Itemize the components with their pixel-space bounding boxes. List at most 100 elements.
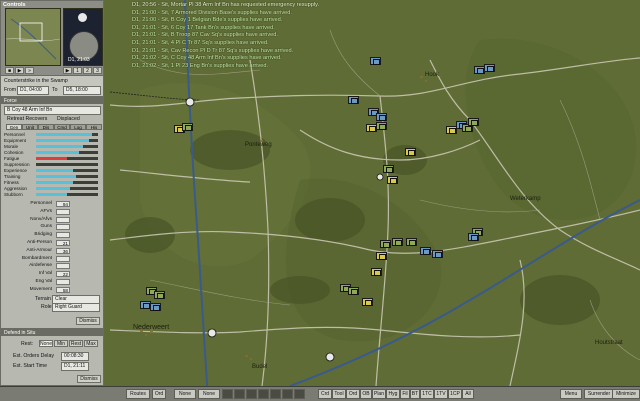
unit-counter[interactable]: [348, 287, 359, 295]
unit-counter[interactable]: [348, 96, 359, 104]
unit-counter[interactable]: [376, 113, 387, 121]
town-label: Budel: [252, 364, 268, 370]
stat-bar-track: [36, 163, 98, 166]
toolbar-button[interactable]: None: [174, 389, 196, 399]
value-row: Movement 58: [4, 286, 104, 293]
dismiss-button[interactable]: Dismiss: [76, 317, 100, 325]
toolbar-button[interactable]: Fil: [400, 389, 410, 399]
town-label: Ponteweg: [245, 142, 272, 148]
camera-icon[interactable]: [270, 389, 281, 399]
unit-counter[interactable]: [383, 165, 394, 173]
value-field: 58: [56, 286, 70, 293]
pause-button[interactable]: ■: [5, 67, 14, 74]
toolbar-button[interactable]: Routes: [126, 389, 150, 399]
toolbar-button[interactable]: Ord: [346, 389, 360, 399]
tab-his[interactable]: His: [86, 124, 102, 130]
unit-counter[interactable]: [392, 238, 403, 246]
unit-counter[interactable]: [406, 238, 417, 246]
fast-forward-button[interactable]: »: [25, 67, 34, 74]
from-label: From: [4, 87, 17, 93]
toolbar-button[interactable]: None: [198, 389, 220, 399]
tab-log[interactable]: Log: [70, 124, 86, 130]
minimap[interactable]: [5, 8, 61, 66]
toolbar-button[interactable]: OB: [360, 389, 372, 399]
scenario-name: Counterstrike in the Swamp: [4, 78, 68, 84]
rest-option[interactable]: Min: [54, 340, 68, 347]
stat-bar-row: Suppression: [4, 162, 100, 167]
stat-bar-fill: [36, 187, 71, 190]
stat-bar-row: Stubborn: [4, 192, 100, 197]
stat-bar-fill: [36, 193, 67, 196]
unit-counter[interactable]: [420, 247, 431, 255]
tab-dis[interactable]: Dis: [38, 124, 54, 130]
unit-counter[interactable]: [371, 268, 382, 276]
stat-bar-row: Personnel: [4, 132, 100, 137]
play-button[interactable]: ▶: [15, 67, 24, 74]
toolbar-button[interactable]: All: [462, 389, 474, 399]
step-button[interactable]: ▶: [63, 67, 72, 74]
value-label: Bridging: [34, 232, 52, 238]
gear-icon[interactable]: [282, 389, 293, 399]
view-icon[interactable]: [246, 389, 257, 399]
tab-cmd[interactable]: Cmd: [54, 124, 70, 130]
speed-button[interactable]: 1: [73, 67, 82, 74]
speed-button[interactable]: 3: [93, 67, 102, 74]
stat-label: Fatigue: [4, 156, 20, 161]
toolbar-button[interactable]: Crd: [318, 389, 332, 399]
unit-counter[interactable]: [468, 233, 479, 241]
view-icon[interactable]: [234, 389, 245, 399]
unit-counter[interactable]: [362, 298, 373, 306]
unit-counter[interactable]: [484, 64, 495, 72]
grid-icon[interactable]: [294, 389, 305, 399]
tab-gen[interactable]: Gen: [6, 124, 22, 130]
dismiss-button[interactable]: Dismiss: [77, 375, 101, 383]
view-icon[interactable]: [258, 389, 269, 399]
value-field: [56, 255, 70, 262]
toolbar-button[interactable]: Menu: [560, 389, 582, 399]
town-label: Weterkamp: [510, 196, 541, 202]
unit-counter[interactable]: [380, 240, 391, 248]
stat-bar-row: Fitness: [4, 180, 100, 185]
toolbar-button[interactable]: Ord: [152, 389, 166, 399]
value-row: Anti-Armour 36: [4, 247, 104, 254]
status-label: Retreat Recovers: [7, 116, 48, 122]
message-line: D1, 21:01 - Sit, B Troop 87 Cav Sq's sup…: [132, 32, 278, 39]
tab-unit[interactable]: Unit: [22, 124, 38, 130]
value-label: Movement: [29, 286, 52, 292]
stat-label: Fitness: [4, 180, 19, 185]
rest-option[interactable]: Max: [84, 340, 98, 347]
from-field: D1, 04:00: [17, 86, 49, 95]
value-field: [56, 224, 70, 231]
unit-counter[interactable]: [446, 126, 457, 134]
value-label: AFVs: [40, 208, 52, 214]
toolbar-button[interactable]: Plan: [372, 389, 386, 399]
rest-label: Rest:: [21, 341, 34, 347]
view-icon[interactable]: [222, 389, 233, 399]
value-row: Inf Val 22: [4, 271, 104, 278]
unit-counter[interactable]: [182, 123, 193, 131]
toolbar-button[interactable]: Surrender: [584, 389, 614, 399]
rest-option[interactable]: None: [39, 340, 53, 347]
unit-counter[interactable]: [405, 148, 416, 156]
unit-counter[interactable]: [376, 122, 387, 130]
time-display: D1, 21:03: [63, 8, 103, 66]
unit-counter[interactable]: [468, 118, 479, 126]
town-label: Hook: [425, 72, 440, 78]
unit-counter[interactable]: [150, 303, 161, 311]
toolbar-button[interactable]: Tool: [332, 389, 346, 399]
toolbar-button[interactable]: 1TV: [434, 389, 448, 399]
unit-counter[interactable]: [432, 250, 443, 258]
stat-bar-track: [36, 187, 98, 190]
speed-button[interactable]: 2: [83, 67, 92, 74]
toolbar-button[interactable]: 1CP: [448, 389, 462, 399]
stat-bar-fill: [36, 169, 74, 172]
unit-counter[interactable]: [387, 176, 398, 184]
toolbar-button[interactable]: Hyg: [386, 389, 400, 399]
unit-counter[interactable]: [376, 252, 387, 260]
rest-option[interactable]: Rest: [69, 340, 83, 347]
value-label: Anti-Person: [26, 240, 52, 245]
toolbar-button[interactable]: 1TC: [420, 389, 434, 399]
toolbar-button[interactable]: BT: [410, 389, 420, 399]
toolbar-button[interactable]: Minimize: [612, 389, 640, 399]
unit-counter[interactable]: [154, 291, 165, 299]
